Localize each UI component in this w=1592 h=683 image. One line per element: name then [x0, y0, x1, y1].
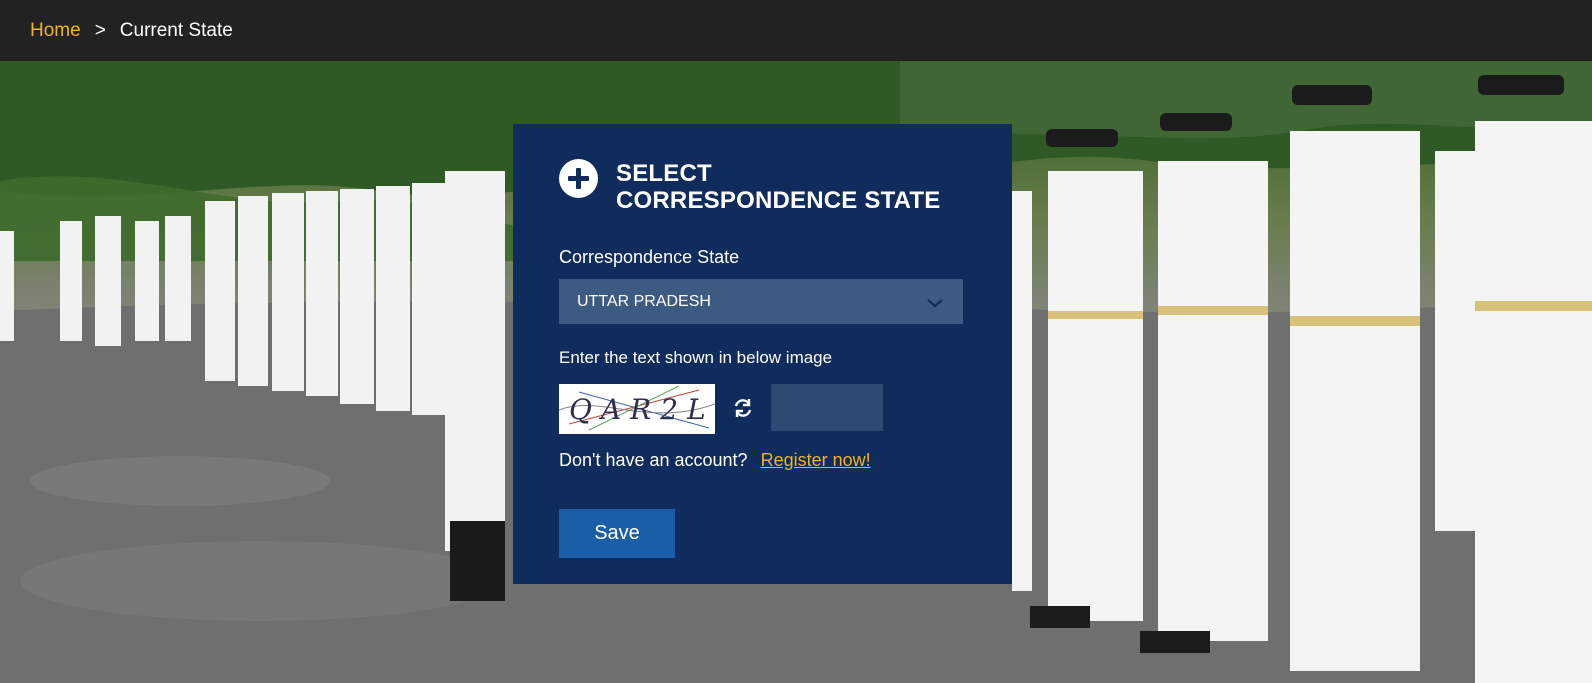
refresh-captcha-icon[interactable]: [732, 397, 754, 419]
breadcrumb-current: Current State: [119, 19, 233, 41]
breadcrumb-separator: >: [94, 19, 106, 41]
dialog-title: SELECT CORRESPONDENCE STATE: [616, 160, 940, 214]
captcha-label: Enter the text shown in below image: [559, 348, 833, 367]
chevron-down-icon: [927, 299, 943, 308]
account-prompt-text: Don't have an account?: [559, 450, 748, 470]
register-now-link[interactable]: Register now!: [761, 450, 871, 470]
state-select-value: UTTAR PRADESH: [577, 292, 711, 310]
select-state-dialog: SELECT CORRESPONDENCE STATE Corresponden…: [513, 124, 1012, 584]
breadcrumb-home-link[interactable]: Home: [30, 20, 81, 42]
save-button[interactable]: Save: [559, 509, 675, 558]
plus-circle-icon: [559, 159, 598, 198]
breadcrumb-bar: Home > Current State: [0, 0, 1592, 61]
captcha-text: QAR2L: [569, 393, 715, 426]
captcha-image: QAR2L: [559, 384, 715, 434]
dialog-header: SELECT CORRESPONDENCE STATE: [559, 159, 940, 214]
dialog-title-line2: CORRESPONDENCE STATE: [616, 187, 941, 214]
captcha-input[interactable]: [771, 384, 883, 431]
state-select[interactable]: UTTAR PRADESH: [559, 279, 963, 324]
dialog-title-line1: SELECT: [616, 160, 712, 187]
state-field-label: Correspondence State: [559, 247, 740, 267]
account-prompt-row: Don't have an account? Register now!: [559, 450, 871, 471]
